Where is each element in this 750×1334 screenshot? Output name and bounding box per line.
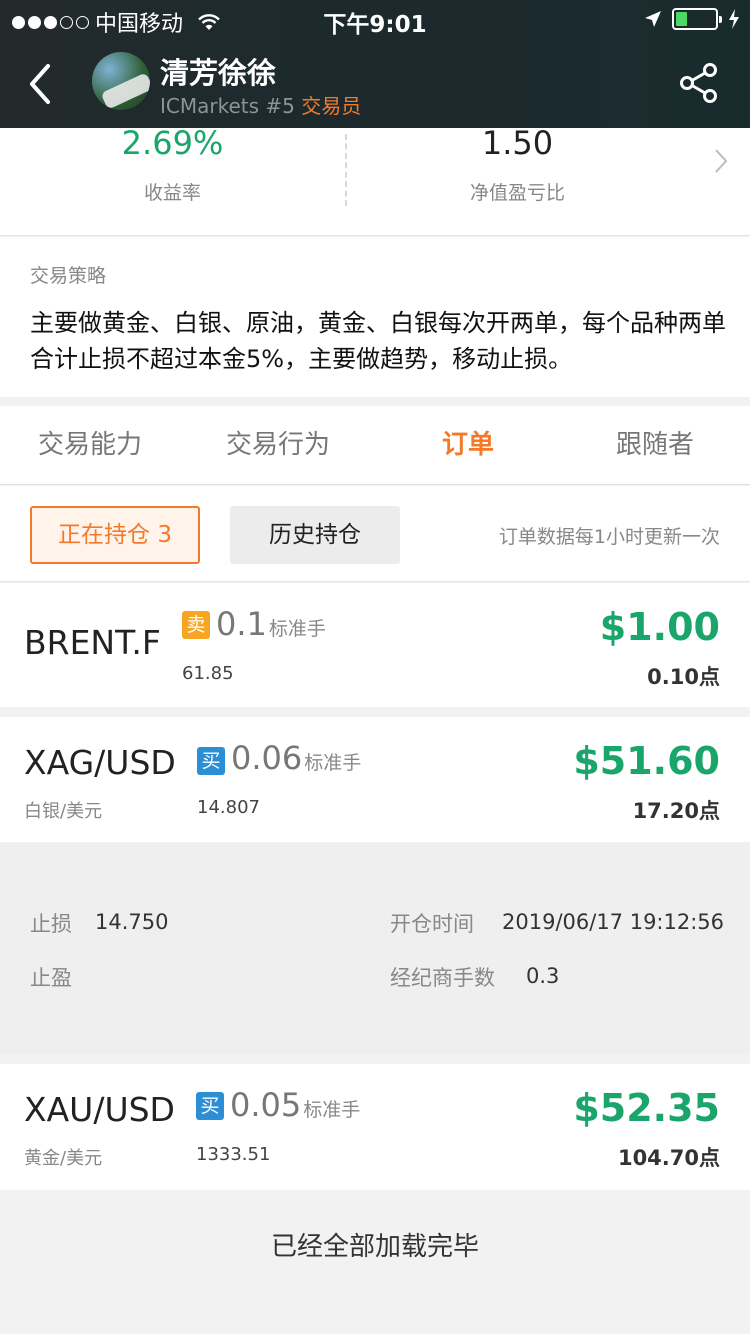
- open-price: 1333.51: [196, 1144, 271, 1165]
- stop-loss-value: 14.750: [95, 910, 169, 934]
- lots-unit: 标准手: [303, 1099, 361, 1121]
- ratio-label: 净值盈亏比: [469, 182, 565, 204]
- return-stat: 2.69% 收益率: [0, 124, 345, 236]
- status-right: [644, 8, 740, 30]
- trader-name: 清芳徐徐: [160, 56, 277, 90]
- tab-followers[interactable]: 跟随者: [616, 406, 694, 485]
- share-icon[interactable]: [678, 62, 720, 104]
- open-price: 61.85: [182, 663, 234, 684]
- order-points: 0.10点: [647, 665, 720, 689]
- back-chevron-icon[interactable]: [24, 60, 56, 108]
- list-footer: 已经全部加载完毕: [0, 1190, 750, 1334]
- take-profit-label: 止盈: [30, 966, 72, 990]
- order-lots: 0.06 标准手: [231, 739, 361, 777]
- lots-unit: 标准手: [304, 752, 362, 774]
- broker-label: ICMarkets #5: [160, 94, 295, 118]
- order-symbol: XAU/USD: [24, 1090, 175, 1129]
- current-positions-button[interactable]: 正在持仓 3: [30, 506, 200, 564]
- order-lots: 0.05 标准手: [230, 1086, 360, 1124]
- order-lots: 0.1 标准手: [216, 605, 326, 643]
- lots-value: 0.05: [230, 1086, 302, 1124]
- strategy-section: 交易策略 主要做黄金、白银、原油，黄金、白银每次开两单，每个品种两单合计止损不超…: [0, 237, 750, 397]
- update-note: 订单数据每1小时更新一次: [498, 526, 720, 548]
- open-time-value: 2019/06/17 19:12:56: [502, 910, 725, 934]
- return-label: 收益率: [143, 182, 201, 204]
- nav-bar: 清芳徐徐 ICMarkets #5 交易员: [0, 40, 750, 128]
- order-symbol: BRENT.F: [24, 623, 161, 662]
- order-profit: $52.35: [573, 1086, 720, 1130]
- sell-badge: 卖: [182, 611, 210, 639]
- order-points: 17.20点: [632, 799, 720, 823]
- lots-unit: 标准手: [268, 618, 326, 640]
- order-symbol: XAG/USD: [24, 743, 176, 782]
- charging-bolt-icon: [729, 9, 739, 29]
- battery-icon: [672, 8, 722, 30]
- order-profit: $1.00: [599, 605, 720, 649]
- strategy-text: 主要做黄金、白银、原油，黄金、白银每次开两单，每个品种两单合计止损不超过本金5%…: [30, 309, 726, 373]
- chevron-right-icon[interactable]: [714, 148, 728, 174]
- commission-label: 经纪商手数: [390, 966, 495, 990]
- return-value: 2.69%: [121, 124, 224, 162]
- buy-badge: 买: [196, 1092, 224, 1120]
- status-bar: 中国移动 下午9:01: [0, 0, 750, 40]
- open-price: 14.807: [197, 797, 260, 818]
- order-row[interactable]: XAU/USD 黄金/美元 买 0.05 标准手 1333.51 $52.35 1…: [0, 1064, 750, 1190]
- tab-bar: 交易能力 交易行为 订单 跟随者: [0, 406, 750, 485]
- tab-orders[interactable]: 订单: [442, 406, 494, 485]
- role-label: 交易员: [301, 94, 362, 118]
- commission-value: 0.3: [526, 964, 560, 988]
- tab-trading-behavior[interactable]: 交易行为: [226, 406, 330, 485]
- order-row[interactable]: BRENT.F 卖 0.1 标准手 61.85 $1.00 0.10点: [0, 583, 750, 707]
- location-arrow-icon: [645, 11, 661, 27]
- stats-panel[interactable]: 2.69% 收益率 1.50 净值盈亏比: [0, 124, 750, 236]
- order-points: 104.70点: [617, 1146, 720, 1170]
- strategy-title: 交易策略: [30, 265, 107, 287]
- tab-trading-ability[interactable]: 交易能力: [38, 406, 142, 485]
- stop-loss-label: 止损: [30, 912, 72, 936]
- avatar[interactable]: [92, 52, 150, 110]
- history-positions-button[interactable]: 历史持仓: [230, 506, 400, 564]
- order-subtitle: 黄金/美元: [24, 1148, 103, 1169]
- ratio-stat: 1.50 净值盈亏比: [345, 124, 690, 236]
- order-subtitle: 白银/美元: [24, 801, 103, 822]
- lots-value: 0.06: [231, 739, 303, 777]
- open-time-label: 开仓时间: [390, 912, 474, 936]
- trader-subtitle: ICMarkets #5 交易员: [160, 90, 361, 119]
- order-filter-bar: 正在持仓 3 历史持仓 订单数据每1小时更新一次: [0, 486, 750, 582]
- order-detail-panel: 止损 14.750 开仓时间 2019/06/17 19:12:56 止盈 经纪…: [0, 842, 750, 1054]
- ratio-value: 1.50: [481, 124, 554, 162]
- order-row[interactable]: XAG/USD 白银/美元 买 0.06 标准手 14.807 $51.60 17…: [0, 717, 750, 842]
- app-header: 中国移动 下午9:01 清芳徐徐 ICMarkets #5 交易员: [0, 0, 750, 128]
- lots-value: 0.1: [216, 605, 267, 643]
- status-time: 下午9:01: [323, 12, 427, 38]
- order-profit: $51.60: [573, 739, 720, 783]
- all-loaded-message: 已经全部加载完毕: [270, 1232, 479, 1262]
- buy-badge: 买: [197, 747, 225, 775]
